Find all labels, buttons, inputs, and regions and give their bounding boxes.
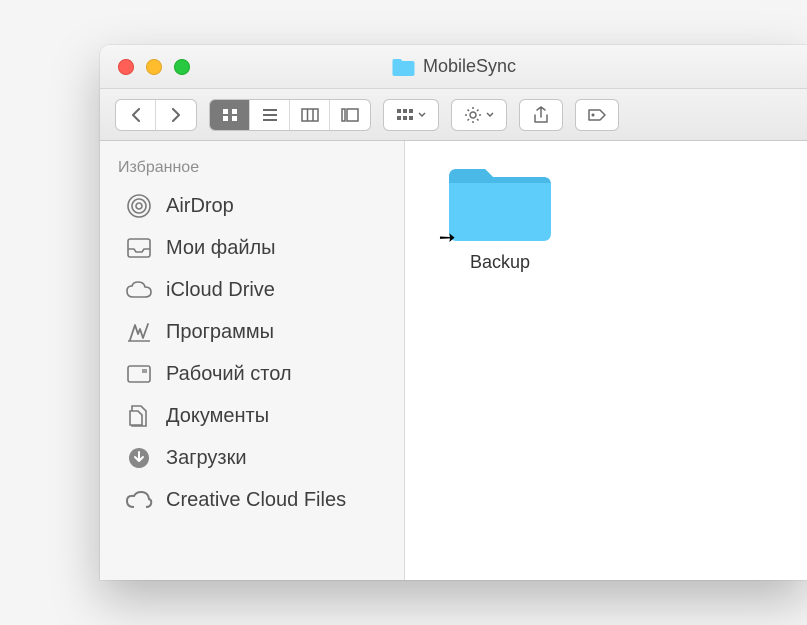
window-title-group: MobileSync [391, 56, 516, 77]
icon-view-button[interactable] [210, 100, 250, 130]
sidebar-item-label: AirDrop [166, 194, 234, 218]
folder-icon [391, 57, 415, 77]
sidebar-item-label: Мои файлы [166, 236, 276, 260]
sidebar-item-label: Рабочий стол [166, 362, 292, 386]
sidebar-item-myfiles[interactable]: Мои файлы [100, 227, 404, 269]
tag-icon [587, 108, 607, 122]
sidebar-item-applications[interactable]: Программы [100, 311, 404, 353]
airdrop-icon [124, 193, 154, 219]
sidebar-item-airdrop[interactable]: AirDrop [100, 185, 404, 227]
content-area[interactable]: ➚ Backup [405, 141, 807, 580]
downloads-icon [124, 445, 154, 471]
item-label: Backup [470, 252, 530, 273]
sidebar-item-desktop[interactable]: Рабочий стол [100, 353, 404, 395]
gear-icon [464, 106, 482, 124]
creative-cloud-icon [124, 487, 154, 513]
window-controls [100, 59, 190, 75]
action-button[interactable] [451, 99, 507, 131]
column-view-button[interactable] [290, 100, 330, 130]
window-body: Избранное AirDrop Мои файлы iCloud Drive [100, 141, 807, 580]
minimize-button[interactable] [146, 59, 162, 75]
share-icon [533, 106, 549, 124]
sidebar: Избранное AirDrop Мои файлы iCloud Drive [100, 141, 405, 580]
window-title: MobileSync [423, 56, 516, 77]
gallery-view-button[interactable] [330, 100, 370, 130]
share-button[interactable] [519, 99, 563, 131]
folder-icon: ➚ [445, 161, 555, 246]
forward-button[interactable] [156, 100, 196, 130]
chevron-down-icon [418, 112, 426, 117]
sidebar-item-label: iCloud Drive [166, 278, 275, 302]
desktop-icon [124, 361, 154, 387]
sidebar-item-downloads[interactable]: Загрузки [100, 437, 404, 479]
nav-buttons [115, 99, 197, 131]
sidebar-item-label: Creative Cloud Files [166, 488, 346, 512]
toolbar [100, 89, 807, 141]
sidebar-section-title: Избранное [100, 155, 404, 185]
applications-icon [124, 319, 154, 345]
arrange-button[interactable] [383, 99, 439, 131]
close-button[interactable] [118, 59, 134, 75]
finder-window: MobileSync [100, 45, 807, 580]
back-button[interactable] [116, 100, 156, 130]
documents-icon [124, 403, 154, 429]
list-view-button[interactable] [250, 100, 290, 130]
chevron-down-icon [486, 112, 494, 117]
sidebar-item-label: Документы [166, 404, 269, 428]
folder-item-backup[interactable]: ➚ Backup [435, 161, 565, 273]
sidebar-item-label: Программы [166, 320, 274, 344]
sidebar-item-label: Загрузки [166, 446, 247, 470]
sidebar-item-icloud[interactable]: iCloud Drive [100, 269, 404, 311]
tags-button[interactable] [575, 99, 619, 131]
cloud-icon [124, 277, 154, 303]
tray-icon [124, 235, 154, 261]
view-switcher [209, 99, 371, 131]
fullscreen-button[interactable] [174, 59, 190, 75]
sidebar-item-documents[interactable]: Документы [100, 395, 404, 437]
sidebar-item-creativecloud[interactable]: Creative Cloud Files [100, 479, 404, 521]
titlebar: MobileSync [100, 45, 807, 89]
